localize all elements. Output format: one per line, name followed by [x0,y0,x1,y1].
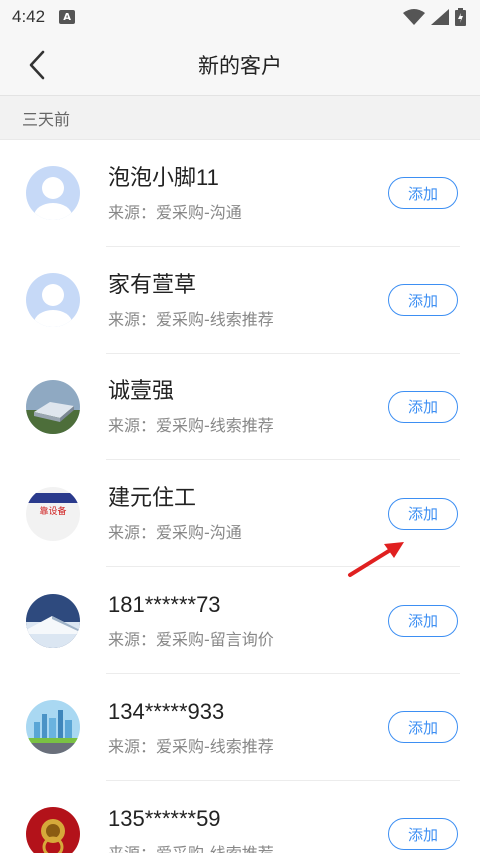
wifi-icon [403,9,425,25]
building-photo-avatar [26,379,80,434]
list-item[interactable]: 泡泡小脚11 来源：爱采购-沟通 添加 [0,140,480,247]
list-item[interactable]: 134*****933 来源：爱采购-线索推荐 添加 [0,674,480,781]
list-item[interactable]: 135******59 来源：爱采购-线索推荐 添加 [0,781,480,853]
logo-text: 靠设备 [39,505,66,517]
list-item[interactable]: 181******73 来源：爱采购-留言询价 添加 [0,567,480,674]
default-avatar [26,166,80,221]
logo-avatar: 靠设备 [26,486,80,541]
red-door-knocker-avatar [26,807,80,853]
list-item[interactable]: 靠设备 建元住工 来源：爱采购-沟通 添加 [0,460,480,567]
add-button[interactable]: 添加 [388,284,458,317]
signal-icon [431,9,449,25]
add-button[interactable]: 添加 [388,711,458,744]
city-skyline-avatar [26,700,80,755]
add-button[interactable]: 添加 [388,497,458,530]
status-time: 4:42 [12,7,46,26]
nav-bar: 新的客户 [0,34,480,96]
red-arrow-icon [348,542,404,577]
page-title: 新的客户 [198,53,282,78]
battery-icon [455,8,466,26]
snow-roof-photo-avatar [26,593,80,648]
list-item[interactable]: 家有萱草 来源：爱采购-线索推荐 添加 [0,247,480,354]
back-button[interactable] [20,48,54,82]
customer-list: 泡泡小脚11 来源：爱采购-沟通 添加 家有萱草 来源：爱采购-线索推荐 添加 … [0,140,480,853]
chevron-left-icon [29,50,45,80]
add-button[interactable]: 添加 [388,390,458,423]
status-bar: 4:42 A [0,0,480,34]
notification-icon: A [59,10,76,24]
list-item[interactable]: 诚壹强 来源：爱采购-线索推荐 添加 [0,354,480,461]
add-button[interactable]: 添加 [388,177,458,210]
status-icons [403,8,466,26]
add-button[interactable]: 添加 [388,604,458,637]
default-avatar [26,273,80,328]
section-header: 三天前 [0,96,480,140]
add-button[interactable]: 添加 [388,818,458,851]
